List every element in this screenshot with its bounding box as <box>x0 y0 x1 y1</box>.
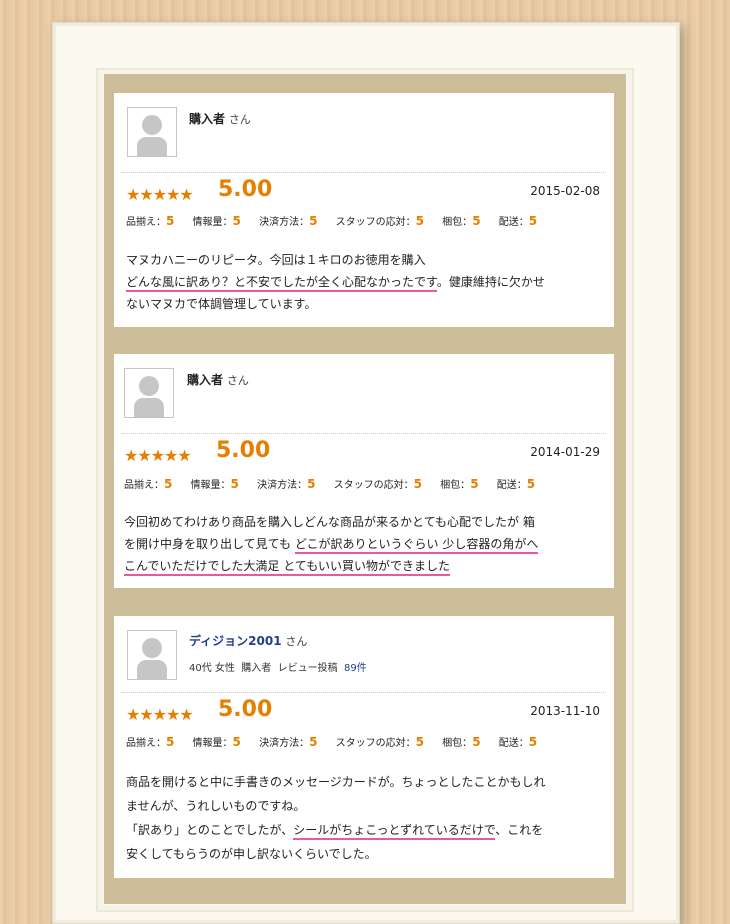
reviewer-name: 購入者 <box>187 373 224 387</box>
review-date: 2014-01-29 <box>530 445 600 459</box>
rating-row: ★★★★★ 5.00 2013-11-10 <box>126 697 600 727</box>
sub-ratings: 品揃え：5 情報量：5 決済方法：5 スタッフの応対：5 梱包：5 配送：5 <box>124 476 604 492</box>
rating-row: ★★★★★ 5.00 2015-02-08 <box>126 177 600 207</box>
sub-rating-item: スタッフの応対：5 <box>335 735 424 749</box>
review-body: 今回初めてわけあり商品を購入しどんな商品が来るかとても心配でしたが 箱 を開け中… <box>124 511 602 577</box>
sub-rating-item: 品揃え：5 <box>126 214 175 228</box>
review-count-link[interactable]: 89件 <box>344 663 367 674</box>
sub-rating-item: 梱包：5 <box>442 214 481 228</box>
avatar <box>127 107 177 157</box>
avatar <box>124 368 174 418</box>
review-date: 2015-02-08 <box>530 184 600 198</box>
sub-ratings: 品揃え：5 情報量：5 決済方法：5 スタッフの応対：5 梱包：5 配送：5 <box>126 213 604 229</box>
highlighted-text: どんな風に訳あり？と不安でしたが全く心配なかったです <box>126 275 437 292</box>
review-card: 購入者 さん ★★★★★ 5.00 2015-02-08 品揃え：5 情報量：5… <box>114 93 614 327</box>
sub-rating-item: 決済方法：5 <box>259 735 318 749</box>
sub-rating-item: スタッフの応対：5 <box>333 477 422 491</box>
rating-score: 5.00 <box>216 438 271 463</box>
sub-rating-item: 配送：5 <box>498 735 538 749</box>
review-body: マヌカハニーのリピータ。今回は１キロのお徳用を購入 どんな風に訳あり？と不安でし… <box>126 253 545 311</box>
review-card: 購入者 さん ★★★★★ 5.00 2014-01-29 品揃え：5 情報量：5… <box>114 354 614 588</box>
divider <box>122 692 606 693</box>
reviewer-line: ディジョン2001 さん <box>189 632 307 649</box>
sub-rating-item: スタッフの応対：5 <box>335 214 424 228</box>
rating-score: 5.00 <box>218 177 273 202</box>
highlighted-text: シールがちょこっとずれているだけで <box>293 823 496 840</box>
sub-rating-item: 梱包：5 <box>442 735 481 749</box>
honorific: さん <box>228 113 251 126</box>
reviewer-name: 購入者 <box>189 112 226 126</box>
reviewer-line: 購入者 さん <box>189 110 251 127</box>
sub-ratings: 品揃え：5 情報量：5 決済方法：5 スタッフの応対：5 梱包：5 配送：5 <box>126 734 604 750</box>
sub-rating-item: 配送：5 <box>498 214 538 228</box>
sub-rating-item: 品揃え：5 <box>124 477 173 491</box>
divider <box>122 433 606 434</box>
sub-rating-item: 情報量：5 <box>190 477 239 491</box>
avatar <box>127 630 177 680</box>
review-card: ディジョン2001 さん 40代 女性 購入者 レビュー投稿 89件 ★★★★★… <box>114 616 614 878</box>
sub-rating-item: 配送：5 <box>496 477 536 491</box>
star-rating-icon: ★★★★★ <box>126 185 194 204</box>
review-date: 2013-11-10 <box>530 704 600 718</box>
honorific: さん <box>226 374 249 387</box>
sub-rating-item: 情報量：5 <box>192 735 241 749</box>
divider <box>122 172 606 173</box>
reviewer-name-link[interactable]: ディジョン2001 <box>189 634 282 648</box>
rating-score: 5.00 <box>218 697 273 722</box>
sub-rating-item: 情報量：5 <box>192 214 241 228</box>
reviewer-line: 購入者 さん <box>187 371 249 388</box>
rating-row: ★★★★★ 5.00 2014-01-29 <box>124 438 600 468</box>
honorific: さん <box>285 635 308 648</box>
sub-rating-item: 品揃え：5 <box>126 735 175 749</box>
highlighted-text: こんでいただけでした大満足 とてもいい買い物ができました <box>124 559 451 576</box>
sub-rating-item: 決済方法：5 <box>257 477 316 491</box>
sub-rating-item: 決済方法：5 <box>259 214 318 228</box>
review-body: 商品を開けると中に手書きのメッセージカードが。ちょっとしたことかもしれ ませんが… <box>126 775 546 861</box>
reviewer-meta: 40代 女性 購入者 レビュー投稿 89件 <box>189 663 367 674</box>
highlighted-text: どこが訳ありというぐらい 少し容器の角がへ <box>294 537 539 554</box>
star-rating-icon: ★★★★★ <box>124 446 192 465</box>
sub-rating-item: 梱包：5 <box>440 477 479 491</box>
star-rating-icon: ★★★★★ <box>126 705 194 724</box>
